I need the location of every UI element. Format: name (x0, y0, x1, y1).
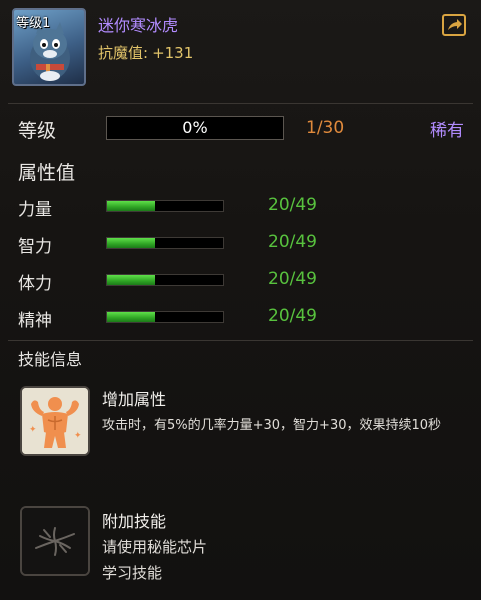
skills-title: 技能信息 (18, 350, 83, 369)
attr-value-intelligence: 20/49 (268, 232, 317, 252)
pet-portrait[interactable]: 等级1 (12, 8, 86, 86)
level-progress-text: 0% (182, 118, 208, 137)
share-arrow-icon (448, 19, 462, 30)
attr-value-strength: 20/49 (268, 195, 317, 215)
pet-info-panel: 等级1 迷你寒冰虎 抗魔值: +131 等级 0% 1/30 稀有 属性值 力量 … (0, 0, 481, 600)
attributes-title: 属性值 (18, 162, 76, 184)
attr-value-stamina: 20/49 (268, 269, 317, 289)
skill-extra-line2: 学习技能 (102, 564, 163, 582)
skill-slot-primary[interactable]: ✦ ✦ (20, 386, 90, 456)
pet-name: 迷你寒冰虎 (98, 16, 179, 35)
attr-bar-stamina (106, 274, 224, 286)
level-count: 1/30 (306, 118, 345, 138)
svg-text:✦: ✦ (29, 425, 37, 435)
resist-label: 抗魔值: (98, 44, 149, 62)
skill-extra-line1: 请使用秘能芯片 (102, 538, 208, 556)
skill-name-primary: 增加属性 (102, 390, 167, 409)
attr-label-spirit: 精神 (18, 311, 52, 331)
muscle-icon: ✦ ✦ (22, 388, 88, 454)
skills-divider (8, 340, 473, 341)
level-progress-bar: 0% (106, 116, 284, 140)
header-divider (8, 103, 473, 104)
attr-value-spirit: 20/49 (268, 306, 317, 326)
svg-text:✦: ✦ (74, 431, 82, 441)
resist-value: +131 (152, 44, 194, 62)
attr-label-stamina: 体力 (18, 274, 52, 294)
attr-fill-intelligence (107, 238, 155, 248)
attr-bar-spirit (106, 311, 224, 323)
attr-fill-stamina (107, 275, 155, 285)
locked-skill-icon (22, 508, 88, 574)
resist-stat: 抗魔值: +131 (98, 42, 193, 63)
attr-fill-strength (107, 201, 155, 211)
rarity-label: 稀有 (430, 121, 464, 141)
share-button[interactable] (442, 14, 466, 36)
skill-desc-primary: 攻击时，有5%的几率力量+30，智力+30，效果持续10秒 (102, 418, 442, 433)
level-label: 等级 (18, 120, 57, 142)
attr-label-intelligence: 智力 (18, 237, 52, 257)
skill-name-extra: 附加技能 (102, 512, 167, 531)
pet-level-tag: 等级1 (16, 16, 51, 31)
attr-bar-intelligence (106, 237, 224, 249)
attr-fill-spirit (107, 312, 155, 322)
attr-label-strength: 力量 (18, 200, 52, 220)
attr-bar-strength (106, 200, 224, 212)
skill-slot-extra[interactable] (20, 506, 90, 576)
